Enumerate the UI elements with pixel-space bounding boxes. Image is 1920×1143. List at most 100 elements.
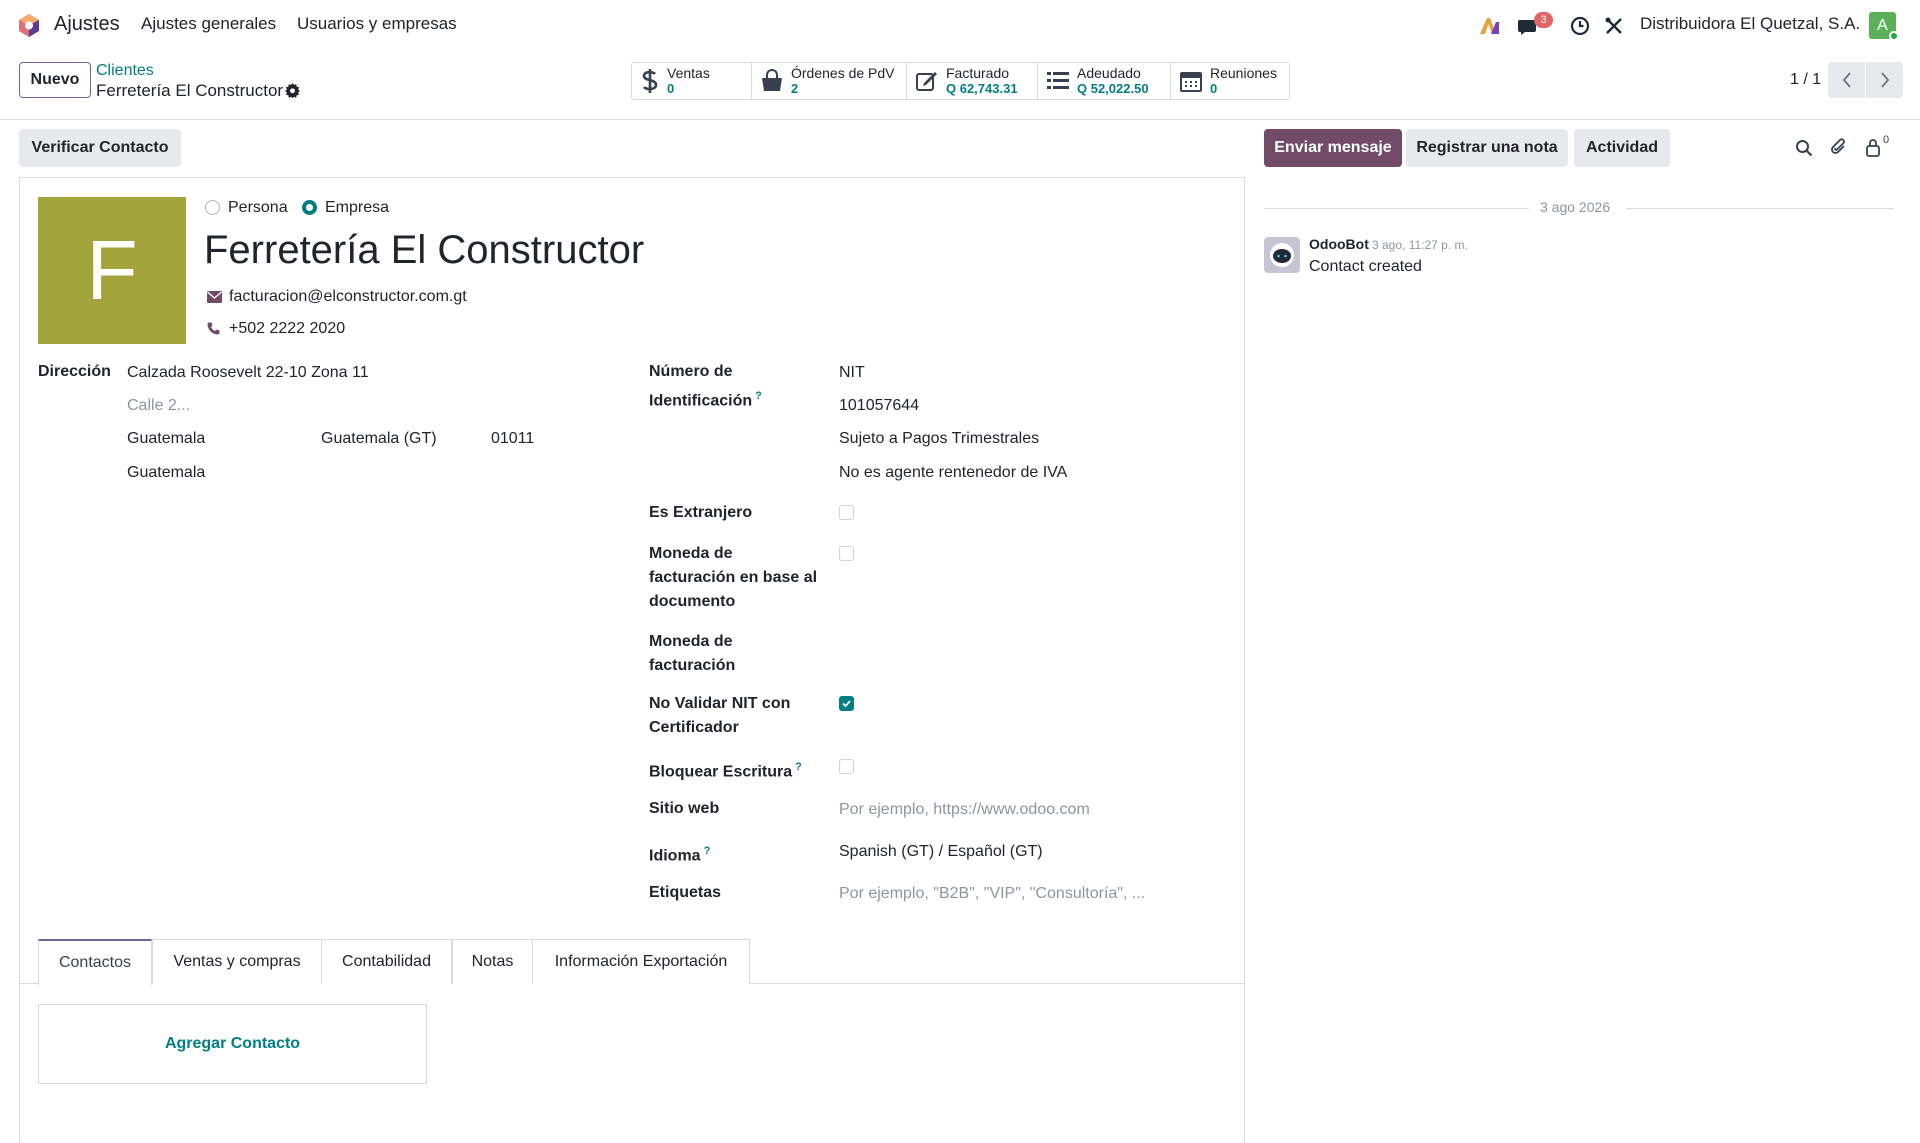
edit-invoice-icon xyxy=(916,72,937,91)
state-field[interactable]: Guatemala (GT) xyxy=(321,429,437,449)
paperclip-icon[interactable] xyxy=(1830,137,1848,157)
stat-value: Q 62,743.31 xyxy=(946,81,1018,96)
phone-field[interactable]: +502 2222 2020 xyxy=(229,319,345,339)
tags-input[interactable]: Por ejemplo, "B2B", "VIP", "Consultoría"… xyxy=(839,884,1145,904)
no-validate-label-line1: No Validar NIT con xyxy=(649,695,791,712)
company-avatar[interactable]: F xyxy=(38,197,186,344)
lock-writing-checkbox[interactable] xyxy=(839,759,854,774)
tab-contactos[interactable]: Contactos xyxy=(38,939,152,985)
tab-contabilidad[interactable]: Contabilidad xyxy=(321,939,452,984)
breadcrumb-clientes[interactable]: Clientes xyxy=(96,62,154,80)
help-icon[interactable]: ? xyxy=(755,390,762,402)
activity-button[interactable]: Actividad xyxy=(1574,129,1670,167)
street-field[interactable]: Calzada Roosevelt 22-10 Zona 11 xyxy=(127,363,369,383)
form-sheet xyxy=(19,177,1245,1143)
menu-general-settings[interactable]: Ajustes generales xyxy=(141,14,276,34)
odoo-logo-icon[interactable] xyxy=(17,13,41,38)
tab-notas[interactable]: Notas xyxy=(452,939,533,984)
id-type-field[interactable]: NIT xyxy=(839,363,865,383)
doc-currency-label-line2: facturación en base al xyxy=(649,569,818,586)
id-number-label-line1: Número de xyxy=(649,363,733,380)
stat-meetings[interactable]: Reuniones 0 xyxy=(1171,63,1289,99)
message-timestamp: 3 ago, 11:27 p. m. xyxy=(1372,238,1468,252)
verify-contact-button[interactable]: Verificar Contacto xyxy=(19,129,181,167)
iva-agent-field[interactable]: No es agente rentenedor de IVA xyxy=(839,463,1067,483)
dollar-icon xyxy=(642,69,658,93)
online-status-dot xyxy=(1889,31,1899,41)
radio-empresa-label[interactable]: Empresa xyxy=(325,198,389,218)
website-input[interactable]: Por ejemplo, https://www.odoo.com xyxy=(839,800,1090,820)
id-number-label: Identificación? xyxy=(649,384,762,413)
pager-next-button[interactable] xyxy=(1866,62,1903,98)
language-label: Idioma? xyxy=(649,839,710,868)
stat-label: Ventas xyxy=(667,65,710,81)
chatter-date: 3 ago 2026 xyxy=(1540,199,1611,215)
list-icon xyxy=(1047,72,1069,89)
country-field[interactable]: Guatemala xyxy=(127,463,205,483)
app-name[interactable]: Ajustes xyxy=(54,13,120,36)
partner-name[interactable]: Ferretería El Constructor xyxy=(204,228,644,273)
message-author[interactable]: OdooBot xyxy=(1309,236,1369,252)
lock-followers-icon[interactable] xyxy=(1865,138,1881,157)
search-icon[interactable] xyxy=(1795,139,1813,157)
lock-writing-label-text: Bloquear Escritura xyxy=(649,763,793,781)
email-field[interactable]: facturacion@elconstructor.com.gt xyxy=(229,287,467,307)
add-contact-button[interactable]: Agregar Contacto xyxy=(38,1004,427,1084)
odoobot-avatar xyxy=(1264,237,1300,273)
shopping-bag-icon xyxy=(762,69,782,91)
pager-value[interactable]: 1 / 1 xyxy=(1790,71,1821,89)
control-panel: Nuevo Clientes Ferretería El Constructor… xyxy=(0,52,1920,120)
gear-icon[interactable] xyxy=(285,83,300,98)
radio-empresa[interactable] xyxy=(302,200,317,215)
doc-currency-checkbox[interactable] xyxy=(839,546,854,561)
smart-buttons: Ventas 0 Órdenes de PdV 2 Facturado Q 62,74… xyxy=(631,62,1290,100)
street2-field[interactable]: Calle 2... xyxy=(127,396,190,416)
pager-previous-button[interactable] xyxy=(1828,62,1865,98)
language-label-text: Idioma xyxy=(649,847,701,865)
stat-label: Órdenes de PdV xyxy=(791,65,895,81)
tab-ventas-compras[interactable]: Ventas y compras xyxy=(152,939,322,984)
language-select[interactable]: Spanish (GT) / Español (GT) xyxy=(839,842,1043,862)
no-validate-label-line2: Certificador xyxy=(649,719,739,736)
chevron-right-icon xyxy=(1880,72,1889,88)
help-icon[interactable]: ? xyxy=(795,761,802,773)
chevron-left-icon xyxy=(1842,72,1851,88)
tax-regime-field[interactable]: Sujeto a Pagos Trimestrales xyxy=(839,429,1039,449)
stat-value: 0 xyxy=(667,81,675,96)
currency-label-line1: Moneda de xyxy=(649,633,733,650)
stat-value: 2 xyxy=(791,81,799,96)
stat-invoiced[interactable]: Facturado Q 62,743.31 xyxy=(907,63,1038,99)
currency-label-line2: facturación xyxy=(649,657,736,674)
menu-users-companies[interactable]: Usuarios y empresas xyxy=(297,14,457,34)
calendar-icon xyxy=(1180,72,1202,92)
top-navbar: Ajustes Ajustes generales Usuarios y emp… xyxy=(0,0,1920,52)
log-note-button[interactable]: Registrar una nota xyxy=(1406,129,1568,167)
send-message-button[interactable]: Enviar mensaje xyxy=(1264,129,1402,167)
radio-persona[interactable] xyxy=(205,200,220,215)
stat-due[interactable]: Adeudado Q 52,022.50 xyxy=(1038,63,1171,99)
stat-ventas[interactable]: Ventas 0 xyxy=(632,63,752,99)
foreign-checkbox[interactable] xyxy=(839,505,854,520)
stat-pos-orders[interactable]: Órdenes de PdV 2 xyxy=(752,63,907,99)
city-field[interactable]: Guatemala xyxy=(127,429,205,449)
website-label: Sitio web xyxy=(649,800,720,817)
new-button[interactable]: Nuevo xyxy=(19,62,91,98)
id-number-field[interactable]: 101057644 xyxy=(839,396,919,416)
zip-field[interactable]: 01011 xyxy=(491,429,534,449)
activity-clock-icon[interactable] xyxy=(1570,16,1590,36)
checkmark-icon xyxy=(842,700,851,708)
chatter-divider-left xyxy=(1264,208,1529,209)
debug-tools-icon[interactable] xyxy=(1604,16,1624,36)
tab-informacion-exportacion[interactable]: Información Exportación xyxy=(532,939,750,984)
chatter-divider-right xyxy=(1626,208,1894,209)
help-icon[interactable]: ? xyxy=(704,845,711,857)
company-switcher[interactable]: Distribuidora El Quetzal, S.A. xyxy=(1640,14,1860,34)
messages-badge: 3 xyxy=(1534,12,1553,28)
stat-label: Facturado xyxy=(946,65,1010,81)
address-label: Dirección xyxy=(38,363,111,380)
phone-icon xyxy=(207,322,220,335)
no-validate-checkbox[interactable] xyxy=(839,696,854,711)
ai-assistant-icon[interactable] xyxy=(1478,17,1500,35)
doc-currency-label-line1: Moneda de xyxy=(649,545,733,562)
radio-persona-label[interactable]: Persona xyxy=(228,198,288,218)
